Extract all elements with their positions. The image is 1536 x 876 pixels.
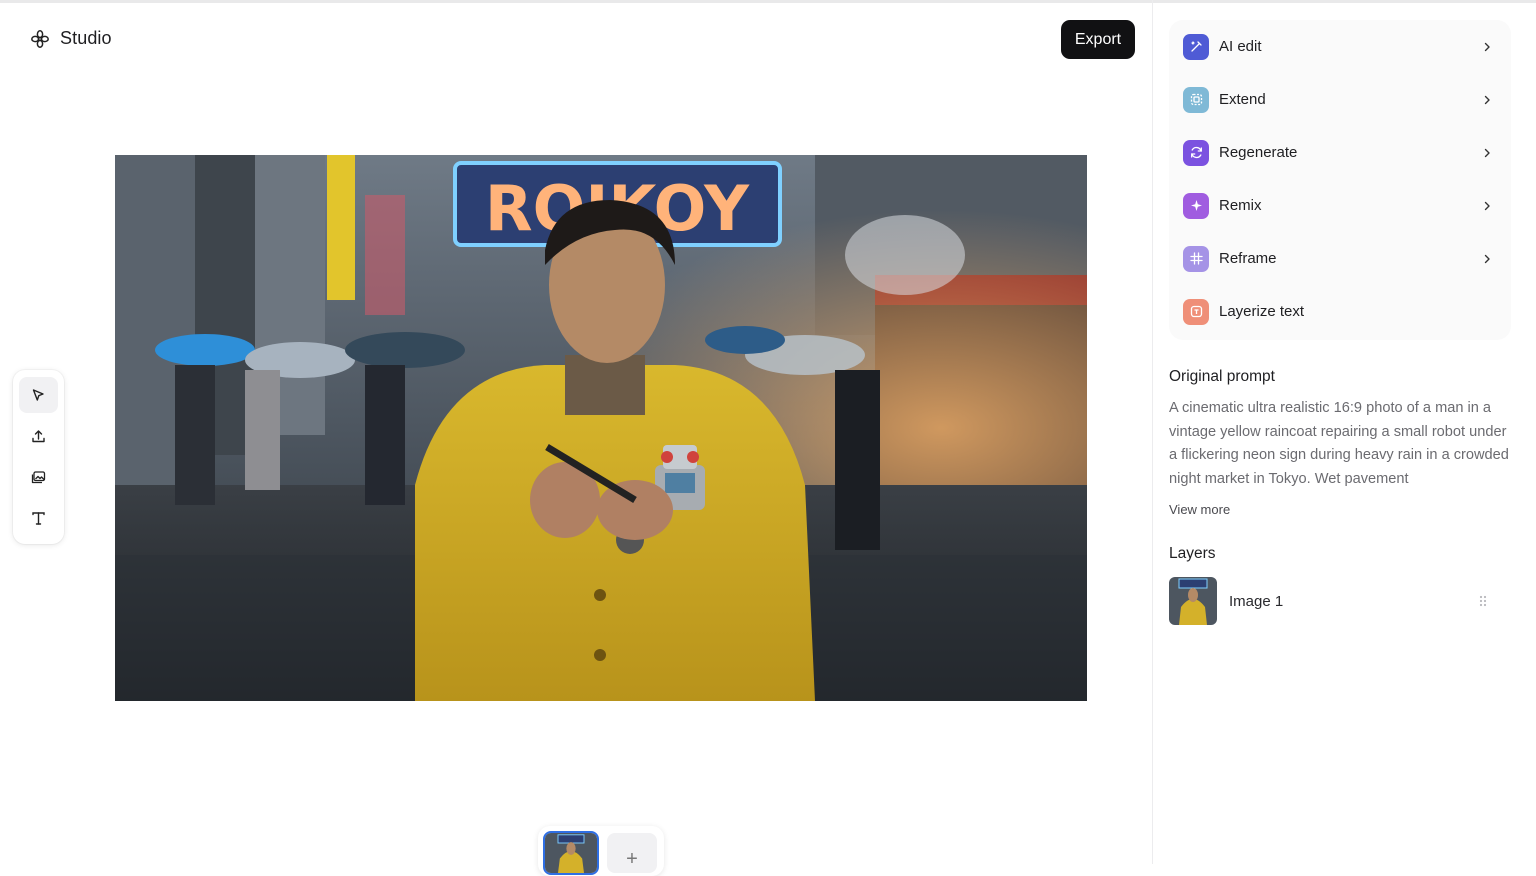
extend-icon <box>1183 86 1209 113</box>
regenerate-icon <box>1183 139 1209 166</box>
top-border <box>0 0 1536 3</box>
select-tool[interactable] <box>19 377 58 413</box>
layer-thumbnail-image <box>1169 577 1217 625</box>
plus-icon: + <box>626 848 638 870</box>
action-regenerate[interactable]: Regenerate <box>1169 126 1511 179</box>
chevron-right-icon <box>1484 42 1490 51</box>
page-strip: + <box>538 826 664 876</box>
remix-sparkle-icon <box>1183 192 1209 219</box>
action-remix[interactable]: Remix <box>1169 179 1511 232</box>
brand[interactable]: Studio <box>30 28 112 49</box>
chevron-right-icon <box>1484 95 1490 104</box>
select-cursor-icon <box>32 388 44 401</box>
chevron-right-icon <box>1484 201 1490 210</box>
images-tool[interactable] <box>19 459 58 495</box>
layer-thumbnail <box>1169 577 1217 625</box>
original-prompt-title: Original prompt <box>1169 368 1275 385</box>
chevron-right-icon <box>1484 254 1490 263</box>
layer-item[interactable]: Image 1 <box>1169 577 1511 625</box>
action-extend[interactable]: Extend <box>1169 73 1511 126</box>
chevron-right-icon <box>1484 148 1490 157</box>
page-thumbnail-image <box>545 833 597 873</box>
images-icon <box>31 470 46 483</box>
layerize-text-icon <box>1183 298 1209 325</box>
studio-app: Studio Export + AI edit Extend Regenerat… <box>0 0 1536 876</box>
original-prompt-text: A cinematic ultra realistic 16:9 photo o… <box>1169 400 1509 487</box>
action-label: Extend <box>1219 91 1266 108</box>
ai-edit-icon <box>1183 33 1209 60</box>
add-page-button[interactable]: + <box>607 833 657 873</box>
action-ai-edit[interactable]: AI edit <box>1169 20 1511 73</box>
canvas-image[interactable]: ROIKOY <box>115 155 1087 701</box>
rainy-street-photo: ROIKOY <box>115 155 1087 701</box>
layers-title: Layers <box>1169 545 1216 562</box>
upload-tool[interactable] <box>19 418 58 454</box>
text-tool[interactable] <box>19 500 58 536</box>
drag-handle-icon[interactable] <box>1478 594 1488 608</box>
action-reframe[interactable]: Reframe <box>1169 232 1511 285</box>
flower-icon <box>31 29 49 48</box>
action-label: Regenerate <box>1219 144 1298 161</box>
text-tool-icon <box>32 511 45 525</box>
tool-palette <box>13 370 64 544</box>
page-thumbnail-1[interactable] <box>543 831 599 875</box>
action-label: Remix <box>1219 197 1262 214</box>
action-layerize-text[interactable]: Layerize text <box>1169 285 1511 338</box>
app-name: Studio <box>60 28 112 48</box>
layer-name: Image 1 <box>1229 593 1284 610</box>
action-label: Reframe <box>1219 250 1277 267</box>
upload-icon <box>32 429 45 442</box>
reframe-grid-icon <box>1183 245 1209 272</box>
export-button[interactable]: Export <box>1061 20 1135 59</box>
action-label: AI edit <box>1219 38 1262 55</box>
panel-divider <box>1152 0 1153 864</box>
view-more-link[interactable]: View more <box>1169 502 1230 517</box>
action-label: Layerize text <box>1219 303 1305 320</box>
actions-menu: AI edit Extend Regenerate Remix Reframe … <box>1169 20 1511 340</box>
